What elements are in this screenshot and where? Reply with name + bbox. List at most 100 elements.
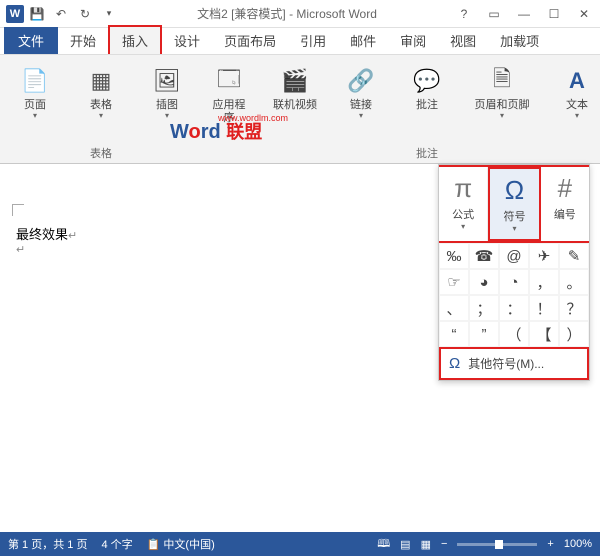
- undo-icon[interactable]: ↶: [50, 3, 72, 25]
- status-words[interactable]: 4 个字: [101, 536, 132, 552]
- tab-review[interactable]: 审阅: [388, 27, 438, 54]
- headerfooter-icon: 🗎: [486, 65, 518, 97]
- symbol-cell[interactable]: ◕: [469, 269, 499, 295]
- omega-icon: Ω: [505, 175, 524, 206]
- dropdown-icon: ▾: [33, 112, 37, 120]
- minimize-icon[interactable]: —: [514, 7, 534, 21]
- page-icon: 📄: [19, 65, 51, 97]
- symbol-cell[interactable]: “: [439, 321, 469, 347]
- redo-icon[interactable]: ↻: [74, 3, 96, 25]
- document-area[interactable]: 最终效果↵ ↵ π 公式 ▾ Ω 符号 ▾ # 编号 ‰ ☎ @ ✈: [0, 164, 600, 504]
- symbol-cell[interactable]: 。: [559, 269, 589, 295]
- equation-button[interactable]: π 公式 ▾: [439, 167, 488, 241]
- dropdown-icon: ▾: [575, 112, 579, 120]
- tab-insert[interactable]: 插入: [108, 25, 162, 54]
- dropdown-icon: ▾: [461, 222, 465, 231]
- symbol-cell[interactable]: ！: [529, 295, 559, 321]
- symbol-cell[interactable]: ）: [559, 321, 589, 347]
- illustration-icon: 🖼: [151, 65, 183, 97]
- symbol-cell[interactable]: ☎: [469, 243, 499, 269]
- symbol-cell[interactable]: 、: [439, 295, 469, 321]
- number-button[interactable]: # 编号: [541, 167, 589, 241]
- symbol-cell[interactable]: ，: [529, 269, 559, 295]
- symbol-cell[interactable]: ：: [499, 295, 529, 321]
- ribbon-options-icon[interactable]: ▭: [484, 7, 504, 21]
- title-bar: W 💾 ↶ ↻ ▾ 文档2 [兼容模式] - Microsoft Word ? …: [0, 0, 600, 28]
- status-page[interactable]: 第 1 页，共 1 页: [8, 536, 87, 552]
- video-label: 联机视频: [273, 99, 317, 112]
- symbol-cell[interactable]: @: [499, 243, 529, 269]
- zoom-slider[interactable]: [457, 543, 537, 546]
- tab-view[interactable]: 视图: [438, 27, 488, 54]
- zoom-level[interactable]: 100%: [564, 538, 592, 550]
- table-button[interactable]: ▦ 表格 ▾: [78, 61, 124, 124]
- table-group-label: 表格: [72, 145, 130, 161]
- zoom-out-icon[interactable]: −: [441, 538, 447, 550]
- window-title: 文档2 [兼容模式] - Microsoft Word: [120, 5, 454, 22]
- symbol-cell[interactable]: ？: [559, 295, 589, 321]
- ribbon-tabs: 文件 开始 插入 设计 页面布局 引用 邮件 审阅 视图 加载项: [0, 28, 600, 54]
- symbol-gallery-label: 符号: [503, 208, 525, 224]
- close-icon[interactable]: ✕: [574, 7, 594, 21]
- symbol-dropdown-panel: π 公式 ▾ Ω 符号 ▾ # 编号 ‰ ☎ @ ✈ ✎ ☞ ◕ ◔ ， 。: [438, 164, 590, 381]
- symbol-cell[interactable]: ；: [469, 295, 499, 321]
- paragraph-mark: ↵: [68, 230, 77, 242]
- save-icon[interactable]: 💾: [26, 3, 48, 25]
- help-icon[interactable]: ?: [454, 7, 474, 21]
- view-readmode-icon[interactable]: 🕮: [377, 535, 390, 554]
- dropdown-icon: ▾: [359, 112, 363, 120]
- zoom-in-icon[interactable]: +: [547, 538, 553, 550]
- symbol-cell[interactable]: ◔: [499, 269, 529, 295]
- comments-group-label: 批注: [398, 145, 456, 161]
- zoom-thumb[interactable]: [495, 540, 503, 549]
- pi-icon: π: [454, 173, 472, 204]
- video-button[interactable]: 🎬 联机视频: [272, 61, 318, 116]
- links-button[interactable]: 🔗 链接 ▾: [338, 61, 384, 124]
- tab-home[interactable]: 开始: [58, 27, 108, 54]
- number-label: 编号: [554, 206, 576, 222]
- equation-label: 公式: [452, 206, 474, 222]
- hash-icon: #: [558, 173, 572, 204]
- view-web-icon[interactable]: ▦: [421, 538, 431, 551]
- symbol-cell[interactable]: ‰: [439, 243, 469, 269]
- dropdown-icon: ▾: [165, 112, 169, 120]
- links-icon: 🔗: [345, 65, 377, 97]
- symbol-gallery-button[interactable]: Ω 符号 ▾: [488, 167, 540, 241]
- text-button[interactable]: A 文本 ▾: [554, 61, 600, 124]
- symbol-cell[interactable]: ”: [469, 321, 499, 347]
- status-lang[interactable]: 📋 中文(中国): [147, 536, 215, 552]
- margin-indicator: [12, 204, 24, 216]
- paragraph-mark: ↵: [16, 243, 77, 256]
- apps-button[interactable]: 🗔 应用程 序 ▾: [206, 61, 252, 137]
- symbol-cell[interactable]: 【: [529, 321, 559, 347]
- dropdown-icon: ▾: [512, 224, 516, 233]
- comments-button[interactable]: 💬 批注: [404, 61, 450, 116]
- headerfooter-button[interactable]: 🗎 页眉和页脚 ▾: [470, 61, 534, 124]
- symbol-cell[interactable]: ✎: [559, 243, 589, 269]
- tab-layout[interactable]: 页面布局: [212, 27, 288, 54]
- page-button[interactable]: 📄 页面 ▾: [12, 61, 58, 124]
- video-icon: 🎬: [279, 65, 311, 97]
- tab-file[interactable]: 文件: [4, 27, 58, 54]
- comments-label: 批注: [416, 99, 438, 112]
- illustration-button[interactable]: 🖼 插图 ▾: [144, 61, 190, 124]
- tab-references[interactable]: 引用: [288, 27, 338, 54]
- tab-design[interactable]: 设计: [162, 27, 212, 54]
- comments-icon: 💬: [411, 65, 443, 97]
- document-text: 最终效果: [16, 227, 68, 242]
- symbol-cell[interactable]: ☞: [439, 269, 469, 295]
- omega-icon: Ω: [449, 355, 460, 372]
- tab-mailings[interactable]: 邮件: [338, 27, 388, 54]
- more-symbols-button[interactable]: Ω 其他符号(M)...: [439, 347, 589, 380]
- symbol-cell[interactable]: ✈: [529, 243, 559, 269]
- maximize-icon[interactable]: ☐: [544, 7, 564, 21]
- dropdown-icon: ▾: [99, 112, 103, 120]
- view-print-icon[interactable]: ▤: [400, 538, 410, 551]
- tab-addins[interactable]: 加载项: [488, 27, 551, 54]
- qat-dropdown-icon[interactable]: ▾: [98, 3, 120, 25]
- ribbon-body: 📄 页面 ▾ ▦ 表格 ▾ 表格 🖼 插图 ▾ 🗔 应用程 序 ▾ 🎬 联机视频: [0, 54, 600, 164]
- word-app-icon: W: [6, 5, 24, 23]
- watermark-url: www.wordlm.com: [218, 113, 288, 123]
- symbol-cell[interactable]: （: [499, 321, 529, 347]
- apps-icon: 🗔: [213, 65, 245, 97]
